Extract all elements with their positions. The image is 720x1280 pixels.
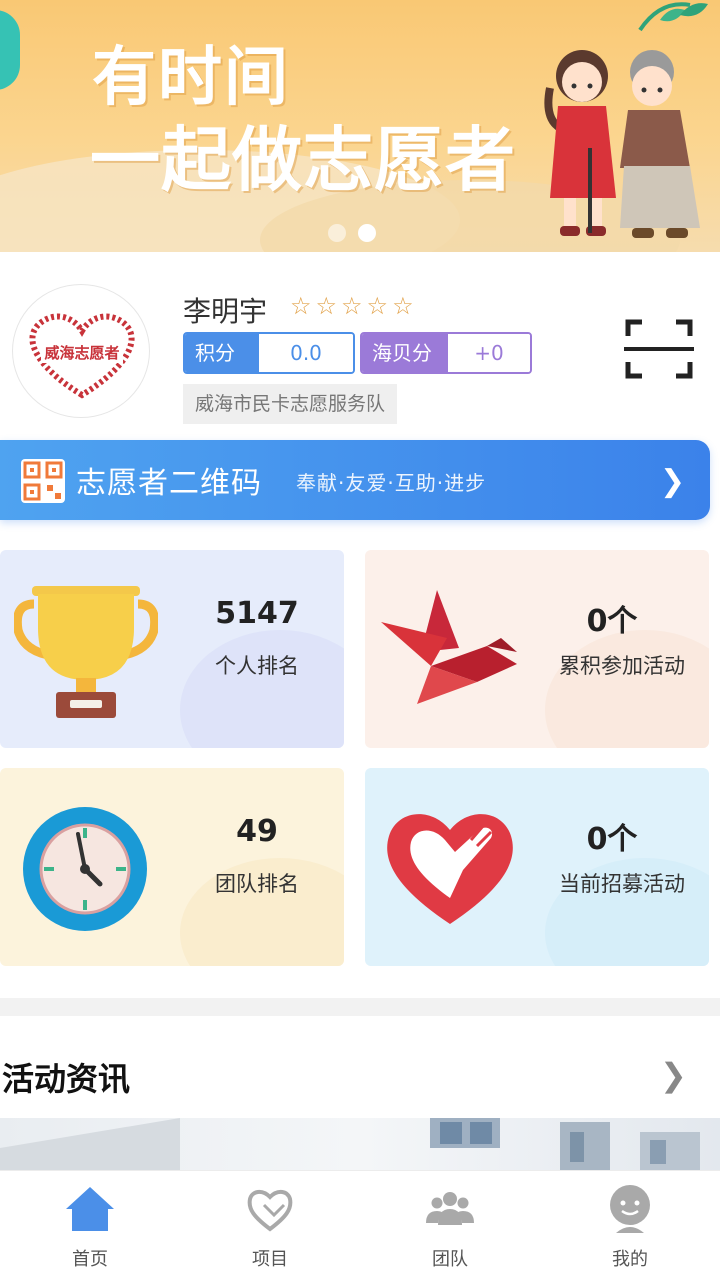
team-rank-label: 团队排名	[215, 872, 299, 896]
volunteer-logo: 威海志愿者	[29, 313, 135, 399]
stat-card-personal-rank[interactable]: 5147 个人排名	[0, 550, 344, 748]
tab-projects[interactable]: 项目	[180, 1171, 360, 1280]
chevron-right-icon: ❯	[660, 464, 686, 499]
activities-joined-label: 累积参加活动	[559, 654, 685, 678]
star-icon: ☆	[392, 292, 414, 320]
stat-card-activities-joined[interactable]: 0个 累积参加活动	[365, 550, 709, 748]
star-icon: ☆	[341, 292, 363, 320]
shells-label: 海贝分	[362, 334, 448, 372]
volunteer-illustration	[544, 50, 700, 238]
banner-decoration	[0, 10, 20, 90]
tab-home[interactable]: 首页	[0, 1171, 180, 1280]
trophy-icon	[14, 586, 158, 718]
points-label: 积分	[185, 334, 259, 372]
team-tag: 威海市民卡志愿服务队	[183, 384, 398, 424]
bottom-tab-bar: 首页 项目 团队 我的	[0, 1170, 720, 1280]
news-section-title: 活动资讯	[2, 1060, 131, 1098]
personal-rank-value: 5147	[215, 596, 299, 631]
shells-value: +0	[448, 334, 530, 372]
news-image[interactable]	[0, 1118, 720, 1170]
recruiting-activities-label: 当前招募活动	[559, 872, 685, 896]
carousel-dot[interactable]	[328, 224, 346, 242]
star-icon: ☆	[290, 292, 312, 320]
team-rank-value: 49	[236, 814, 278, 849]
card-decoration	[545, 630, 709, 748]
tab-projects-label: 项目	[252, 1249, 288, 1270]
carousel-indicator	[328, 224, 376, 242]
tab-mine-label: 我的	[612, 1249, 648, 1270]
tab-home-label: 首页	[72, 1249, 108, 1270]
recruiting-activities-value: 0个	[586, 822, 638, 857]
shells-badge[interactable]: 海贝分 +0	[360, 332, 532, 374]
qrcode-icon	[21, 459, 65, 503]
avatar[interactable]: 威海志愿者	[12, 284, 150, 418]
star-rating: ☆ ☆ ☆ ☆ ☆	[290, 292, 414, 320]
volunteer-qrcode-bar[interactable]: 志愿者二维码 奉献·友爱·互助·进步 ❯	[0, 440, 710, 520]
activities-joined-value: 0个	[586, 604, 638, 639]
chevron-right-icon[interactable]: ❯	[660, 1056, 687, 1094]
carousel-dot-active[interactable]	[358, 224, 376, 242]
home-icon	[66, 1187, 114, 1231]
dove-icon	[381, 590, 517, 704]
user-face-icon	[610, 1185, 650, 1233]
heart-hand-icon	[387, 814, 513, 924]
user-name: 李明宇	[183, 295, 268, 328]
tab-team-label: 团队	[432, 1249, 468, 1270]
svg-text:威海志愿者: 威海志愿者	[44, 344, 119, 362]
card-decoration	[180, 630, 344, 748]
stat-card-recruiting-activities[interactable]: 0个 当前招募活动	[365, 768, 709, 966]
group-icon	[426, 1192, 474, 1225]
points-badge[interactable]: 积分 0.0	[183, 332, 355, 374]
qrcode-title: 志愿者二维码	[76, 466, 262, 501]
building-photo	[0, 1118, 700, 1170]
stat-card-team-rank[interactable]: 49 团队排名	[0, 768, 344, 966]
tab-team[interactable]: 团队	[360, 1171, 540, 1280]
personal-rank-label: 个人排名	[215, 654, 299, 678]
scan-icon[interactable]	[624, 318, 694, 380]
qrcode-slogan: 奉献·友爱·互助·进步	[296, 471, 487, 495]
section-divider	[0, 998, 720, 1016]
heart-outline-icon	[247, 1190, 293, 1232]
profile-section: 威海志愿者 李明宇 ☆ ☆ ☆ ☆ ☆ 积分 0.0 海贝分 +0 威海市民卡志愿服务队	[0, 270, 720, 430]
points-value: 0.0	[259, 334, 353, 372]
tab-mine[interactable]: 我的	[540, 1171, 720, 1280]
star-icon: ☆	[366, 292, 389, 320]
banner-title-line2: 一起做志愿者	[90, 119, 516, 201]
clock-icon	[23, 807, 147, 931]
star-icon: ☆	[315, 292, 338, 320]
banner-carousel[interactable]: 有时间 一起做志愿者	[0, 0, 720, 252]
